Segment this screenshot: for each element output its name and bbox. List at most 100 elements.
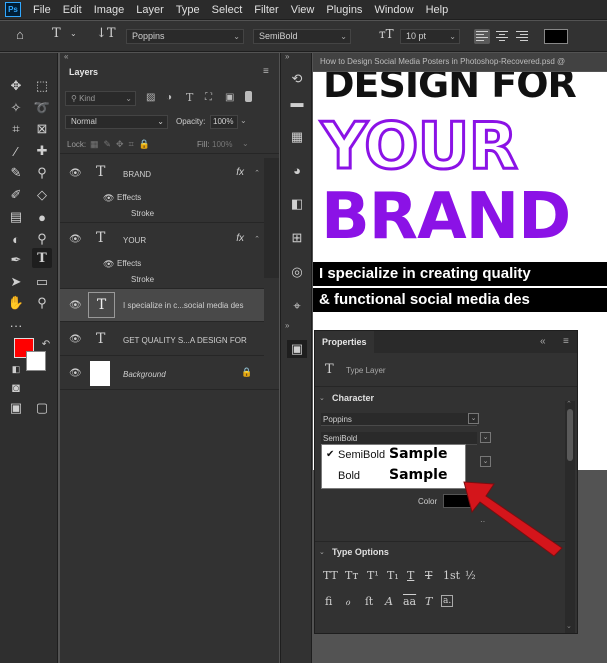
menu-type[interactable]: Type xyxy=(170,0,206,20)
font-family-select[interactable]: Poppins xyxy=(321,413,477,426)
chevron-down-icon[interactable]: ⌄ xyxy=(240,116,247,125)
menu-file[interactable]: File xyxy=(27,0,57,20)
visibility-eye-icon[interactable]: 👁 xyxy=(69,368,82,379)
contextual-alternates-icon[interactable]: ﬅ xyxy=(365,595,374,608)
marquee-tool-icon[interactable]: ⬚ xyxy=(32,76,52,96)
font-family-select[interactable]: Poppins ⌄ xyxy=(126,29,244,44)
stylistic-alternates-icon[interactable]: aa xyxy=(403,595,416,608)
quick-mask-icon[interactable]: ◙ xyxy=(6,377,26,397)
clone-stamp-tool-icon[interactable]: ⚲ xyxy=(32,163,52,183)
zoom-tool-icon[interactable]: ⚲ xyxy=(32,229,52,249)
swap-colors-icon[interactable]: ↶ xyxy=(36,334,56,354)
ligatures-icon[interactable]: fi xyxy=(325,595,332,608)
character-section-header[interactable]: Character xyxy=(332,393,374,403)
channels-icon[interactable]: ◎ xyxy=(287,263,307,281)
all-caps-icon[interactable]: TT xyxy=(323,569,338,582)
menu-layer[interactable]: Layer xyxy=(130,0,170,20)
hand-tool-icon[interactable]: ✋ xyxy=(6,293,26,313)
chevron-up-icon[interactable]: ⌃ xyxy=(254,235,260,243)
paths-icon[interactable]: ⌖ xyxy=(287,297,307,315)
layer-filter-select[interactable]: ⚲ Kind ⌄ xyxy=(65,91,136,106)
menu-filter[interactable]: Filter xyxy=(248,0,284,20)
chevron-up-icon[interactable]: ⌃ xyxy=(254,169,260,177)
layer-row-selected[interactable]: 👁 T I specialize in c...social media des xyxy=(60,289,264,322)
comments-icon[interactable]: ▬ xyxy=(287,93,307,111)
font-size-select[interactable]: 10 pt ⌄ xyxy=(400,29,460,44)
filter-type-icon[interactable]: T xyxy=(186,91,193,104)
visibility-eye-icon[interactable]: 👁 xyxy=(69,234,82,245)
tab-properties[interactable]: Properties xyxy=(315,331,374,353)
type-tool-icon[interactable]: T xyxy=(52,26,61,41)
screen-mode-alt-icon[interactable]: ▢ xyxy=(32,398,52,418)
default-colors-icon[interactable]: ◧ xyxy=(6,359,26,379)
underline-icon[interactable]: T xyxy=(407,569,414,582)
menu-select[interactable]: Select xyxy=(206,0,249,20)
gradient-tool-icon[interactable]: ▤ xyxy=(6,207,26,227)
fill-value[interactable]: 100% xyxy=(212,140,232,149)
menu-plugins[interactable]: Plugins xyxy=(320,0,368,20)
visibility-eye-icon[interactable]: 👁 xyxy=(69,300,82,311)
menu-window[interactable]: Window xyxy=(368,0,419,20)
crop-tool-icon[interactable]: ⌗ xyxy=(6,119,26,139)
properties-icon[interactable]: ▣ xyxy=(287,340,307,358)
pen-tool-icon[interactable]: ✒ xyxy=(6,250,26,270)
lasso-tool-icon[interactable]: ➰ xyxy=(32,98,52,118)
visibility-eye-icon[interactable]: 👁 xyxy=(69,334,82,345)
filter-shape-icon[interactable]: ⛶ xyxy=(205,92,212,103)
layer-row-get-quality[interactable]: 👁 T GET QUALITY S...A DESIGN FOR xyxy=(60,323,264,356)
photoshop-logo-icon[interactable]: Ps xyxy=(5,2,21,17)
filter-smart-object-icon[interactable]: ▣ xyxy=(225,92,234,103)
fx-icon[interactable]: fx xyxy=(236,167,244,178)
chevron-down-icon[interactable]: ⌄ xyxy=(319,548,325,556)
history-brush-tool-icon[interactable]: ✐ xyxy=(6,185,26,205)
patterns-icon[interactable]: ⊞ xyxy=(287,229,307,247)
healing-brush-tool-icon[interactable]: ✚ xyxy=(32,141,52,161)
panel-menu-icon[interactable]: ≡ xyxy=(263,66,269,77)
toggle-orientation-icon[interactable]: ↓T xyxy=(96,26,116,41)
dodge-tool-icon[interactable]: ◐ xyxy=(6,229,26,249)
panel-menu-icon[interactable]: ≡ xyxy=(563,336,569,347)
brush-tool-icon[interactable]: ✎ xyxy=(6,163,26,183)
layer-row-your[interactable]: 👁 T YOUR fx ⌃ 👁 Effects Stroke xyxy=(60,224,264,289)
screen-mode-icon[interactable]: ▣ xyxy=(6,398,26,418)
color-palette-icon[interactable]: ◕ xyxy=(287,161,307,179)
text-color-swatch[interactable] xyxy=(544,29,568,44)
eraser-tool-icon[interactable]: ◇ xyxy=(32,185,52,205)
history-icon[interactable]: ⟲ xyxy=(287,70,307,88)
ordinals-alt-icon[interactable]: a. xyxy=(441,595,454,607)
small-caps-icon[interactable]: Tт xyxy=(345,569,358,582)
blend-mode-select[interactable]: Normal ⌄ xyxy=(65,115,168,129)
swatches-icon[interactable]: ▦ xyxy=(287,128,307,146)
scrollbar[interactable] xyxy=(264,158,279,278)
visibility-eye-icon[interactable]: 👁 xyxy=(69,168,82,179)
eyedropper-tool-icon[interactable]: ⁄ xyxy=(6,141,26,161)
menu-view[interactable]: View xyxy=(285,0,321,20)
lock-icons[interactable]: ▦✎✥⌗🔒 xyxy=(90,139,155,150)
menu-image[interactable]: Image xyxy=(88,0,131,20)
background-color-swatch[interactable] xyxy=(26,351,46,371)
stroke-effect-label[interactable]: Stroke xyxy=(131,209,154,218)
filter-pixel-icon[interactable]: ▨ xyxy=(146,92,155,103)
superscript-icon[interactable]: T¹ xyxy=(367,569,379,582)
tab-layers[interactable]: Layers xyxy=(60,61,108,83)
ordinals-icon[interactable]: 1st xyxy=(443,569,460,582)
chevron-down-icon[interactable]: ⌄ xyxy=(319,394,325,402)
swash-icon[interactable]: A xyxy=(385,595,393,608)
collapse-icon[interactable]: « xyxy=(540,336,546,347)
document-tab[interactable]: How to Design Social Media Posters in Ph… xyxy=(313,53,607,71)
filter-toggle-icon[interactable] xyxy=(245,91,252,102)
layer-row-brand[interactable]: 👁 T BRAND fx ⌃ 👁 Effects Stroke xyxy=(60,158,264,223)
menu-edit[interactable]: Edit xyxy=(57,0,88,20)
align-center-button[interactable] xyxy=(494,29,510,44)
opacity-field[interactable]: 100% xyxy=(210,115,238,129)
path-selection-tool-icon[interactable]: ➤ xyxy=(6,272,26,292)
gradients-icon[interactable]: ◧ xyxy=(287,195,307,213)
align-right-button[interactable] xyxy=(514,29,530,44)
blur-tool-icon[interactable]: ● xyxy=(32,207,52,227)
move-tool-icon[interactable]: ✥ xyxy=(6,76,26,96)
menu-help[interactable]: Help xyxy=(420,0,455,20)
chevron-down-icon[interactable]: ⌄ xyxy=(70,29,77,38)
fractions-icon[interactable]: ½ xyxy=(465,569,476,582)
collapse-icon[interactable]: » xyxy=(285,321,289,330)
collapse-icon[interactable]: « xyxy=(64,52,68,61)
